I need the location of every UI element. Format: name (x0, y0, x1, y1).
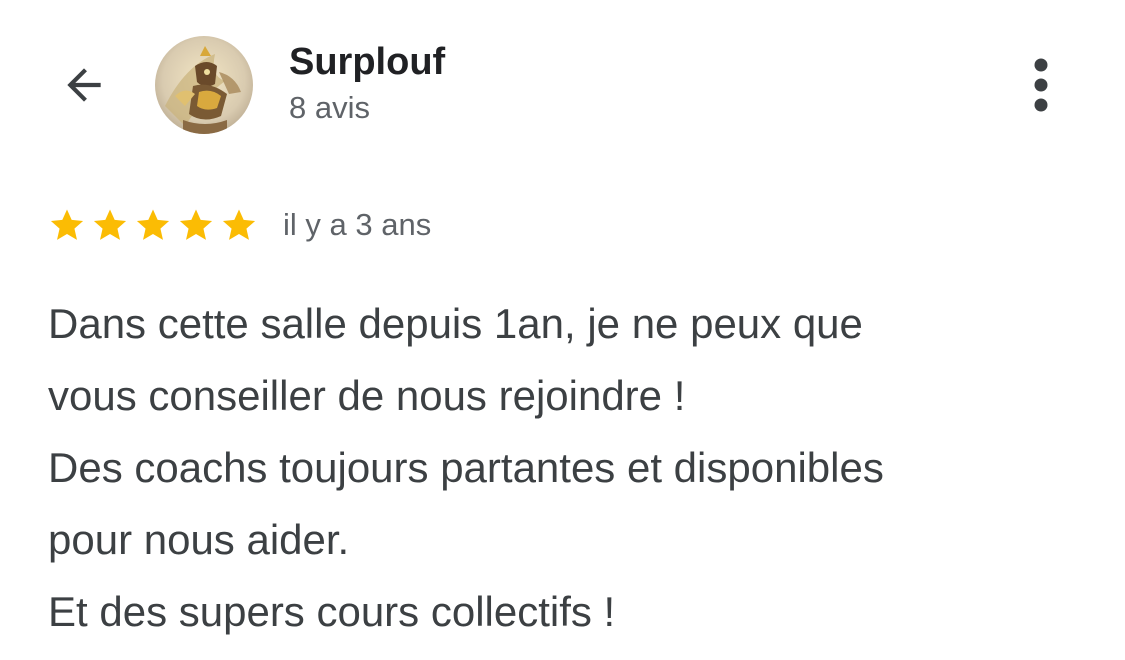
review-line: Et des supers cours collectifs ! (48, 588, 616, 635)
star-icon (50, 209, 84, 240)
review-line: vous conseiller de nous rejoindre ! (48, 372, 686, 419)
review-line: Dans cette salle depuis 1an, je ne peux … (48, 300, 863, 347)
author-name[interactable]: Surplouf (289, 40, 445, 84)
review-count: 8 avis (289, 90, 370, 125)
review-date: il y a 3 ans (283, 207, 432, 242)
back-button[interactable] (52, 55, 116, 115)
star-icon (222, 209, 256, 240)
star-icon (136, 209, 170, 240)
more-options-button[interactable] (1015, 55, 1067, 115)
avatar[interactable] (155, 36, 253, 134)
review-line: pour nous aider. (48, 516, 350, 563)
star-rating (48, 206, 263, 244)
more-vertical-icon (1034, 58, 1048, 112)
star-icon (93, 209, 127, 240)
arrow-left-icon (67, 68, 101, 102)
review-text: Dans cette salle depuis 1an, je ne peux … (48, 288, 1088, 648)
review-header: Surplouf 8 avis (0, 0, 1125, 170)
star-icon (179, 209, 213, 240)
review-line: Des coachs toujours partantes et disponi… (48, 444, 884, 491)
avatar-image (155, 36, 253, 134)
rating-row: il y a 3 ans (48, 203, 431, 247)
